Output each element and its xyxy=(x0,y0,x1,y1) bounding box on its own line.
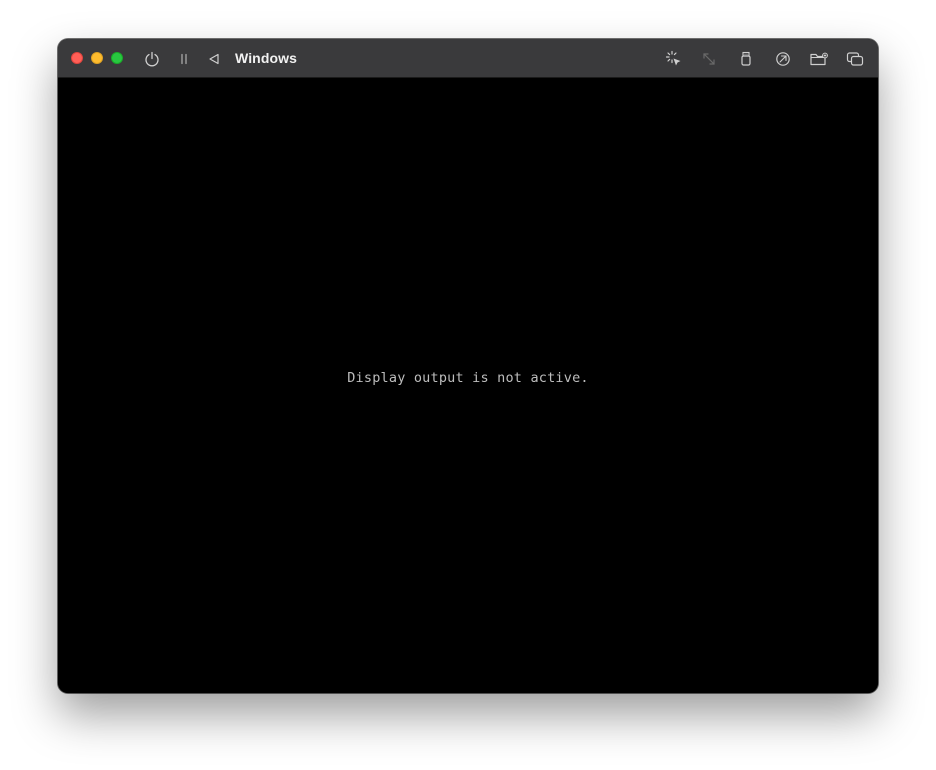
back-icon[interactable] xyxy=(204,49,224,69)
usb-icon[interactable] xyxy=(736,49,756,69)
vm-window: Windows Display output is not active. xyxy=(58,39,878,693)
display-status-message: Display output is not active. xyxy=(347,370,589,386)
window-title: Windows xyxy=(235,50,298,66)
power-icon[interactable] xyxy=(142,49,162,69)
zoom-window-button[interactable] xyxy=(111,52,123,64)
capture-input-icon[interactable] xyxy=(664,49,684,69)
shared-folder-icon[interactable] xyxy=(809,49,829,69)
windows-icon[interactable] xyxy=(845,49,865,69)
vm-display[interactable]: Display output is not active. xyxy=(58,78,878,693)
minimize-window-button[interactable] xyxy=(91,52,103,64)
network-icon[interactable] xyxy=(773,49,793,69)
pause-icon[interactable] xyxy=(174,49,194,69)
resize-icon[interactable] xyxy=(699,49,719,69)
close-window-button[interactable] xyxy=(71,52,83,64)
title-bar: Windows xyxy=(58,39,878,78)
